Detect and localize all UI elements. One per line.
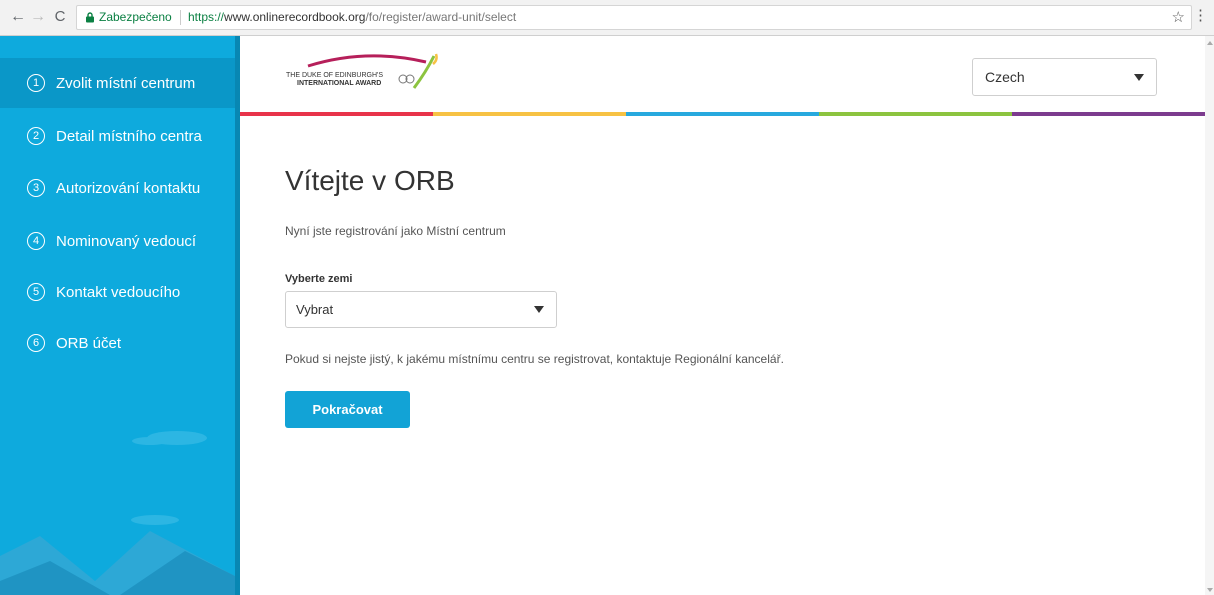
lock-icon [86, 12, 94, 23]
scroll-down-arrow-icon[interactable] [1207, 588, 1213, 592]
step-number: 2 [27, 127, 45, 145]
url-scheme: https:// [188, 10, 225, 24]
step-label: Zvolit místní centrum [56, 74, 196, 92]
color-stripe-yellow [433, 112, 626, 116]
registration-status-text: Nyní jste registrování jako Místní centr… [285, 224, 506, 238]
step-number: 1 [27, 74, 45, 92]
sidebar-step-3[interactable]: 3 Autorizování kontaktu [0, 163, 235, 213]
color-stripe-red [240, 112, 433, 116]
help-text: Pokud si nejste jistý, k jakému místnímu… [285, 352, 784, 366]
color-stripe-purple [1012, 112, 1205, 116]
scrollbar[interactable] [1205, 36, 1214, 595]
step-label: ORB účet [56, 334, 122, 352]
step-label: Detail místního centra [56, 127, 202, 145]
url-text: https://www.onlinerecordbook.org/fo/regi… [188, 6, 516, 29]
country-select[interactable]: Vybrat [285, 291, 557, 328]
logo-line-1: THE DUKE OF EDINBURGH'S [286, 72, 383, 79]
step-number: 4 [27, 232, 45, 250]
language-select[interactable]: Czech [972, 58, 1157, 96]
continue-button[interactable]: Pokračovat [285, 391, 410, 428]
address-bar[interactable]: Zabezpečeno https://www.onlinerecordbook… [76, 5, 1192, 30]
chevron-down-icon [1134, 74, 1144, 81]
reload-icon[interactable]: C [50, 7, 70, 27]
step-number: 5 [27, 283, 45, 301]
forward-arrow-icon[interactable]: → [28, 7, 48, 27]
url-host: www.onlinerecordbook.org [224, 10, 366, 24]
browser-toolbar: ← → C Zabezpečeno https://www.onlinereco… [0, 0, 1214, 36]
url-path: /fo/register/award-unit/select [365, 10, 517, 24]
country-label: Vyberte zemi [285, 273, 353, 285]
chevron-down-icon [534, 306, 544, 313]
sidebar: 1 Zvolit místní centrum 2 Detail místníh… [0, 36, 235, 595]
sidebar-border [235, 36, 240, 595]
page-title: Vítejte v ORB [285, 165, 455, 196]
step-number: 3 [27, 179, 45, 197]
url-separator [180, 10, 181, 25]
logo-line-2: INTERNATIONAL AWARD [297, 80, 381, 87]
sidebar-step-4[interactable]: 4 Nominovaný vedoucí [0, 216, 235, 266]
color-stripe-green [819, 112, 1012, 116]
country-select-value: Vybrat [296, 302, 334, 317]
step-number: 6 [27, 334, 45, 352]
sidebar-step-6[interactable]: 6 ORB účet [0, 318, 235, 368]
scroll-up-arrow-icon[interactable] [1207, 41, 1213, 45]
browser-menu-icon[interactable]: ⋮ [1193, 6, 1208, 26]
back-arrow-icon[interactable]: ← [8, 7, 28, 27]
step-label: Nominovaný vedoucí [56, 232, 197, 250]
step-label: Autorizování kontaktu [56, 179, 201, 197]
sidebar-step-1[interactable]: 1 Zvolit místní centrum [0, 58, 235, 108]
sidebar-step-5[interactable]: 5 Kontakt vedoucího [0, 267, 235, 317]
language-value: Czech [985, 69, 1025, 85]
secure-label: Zabezpečeno [99, 10, 172, 24]
sidebar-step-2[interactable]: 2 Detail místního centra [0, 111, 235, 161]
duke-of-edinburgh-logo: THE DUKE OF EDINBURGH'S INTERNATIONAL AW… [286, 53, 438, 89]
color-stripe-blue [626, 112, 819, 116]
step-label: Kontakt vedoucího [56, 283, 181, 301]
bookmark-star-icon[interactable]: ☆ [1172, 6, 1185, 29]
